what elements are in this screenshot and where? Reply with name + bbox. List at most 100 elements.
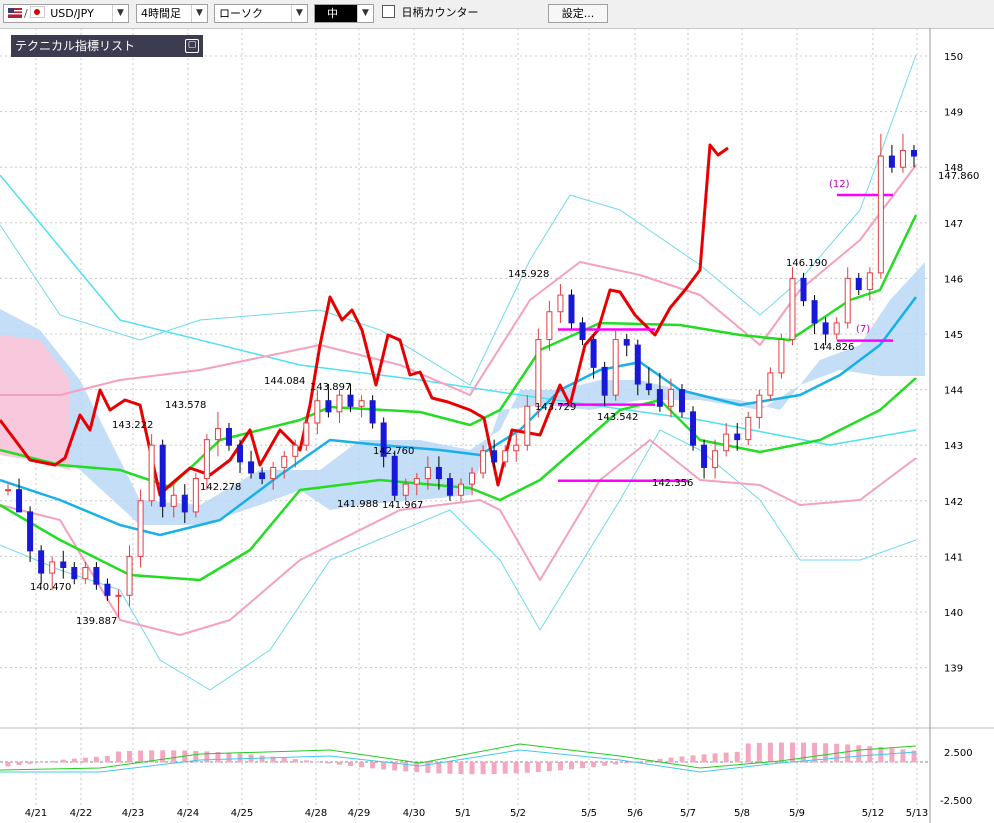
candle <box>5 484 11 496</box>
candle-body <box>148 444 155 502</box>
candle-body <box>358 400 365 407</box>
symbol-select[interactable]: / USD/JPY ▼ <box>3 4 129 23</box>
candle <box>855 272 862 296</box>
x-tick-label: 4/22 <box>70 808 92 819</box>
osc-histogram-bar <box>93 756 99 763</box>
candle <box>303 417 310 451</box>
candle-body <box>71 567 78 580</box>
candle-body <box>678 389 685 413</box>
oscillator-panel: 2.500 -2.500 <box>0 742 973 807</box>
candle <box>148 434 155 507</box>
candle-series <box>5 133 917 618</box>
osc-histogram-bar <box>889 748 895 763</box>
candle <box>358 395 365 418</box>
chevron-down-icon[interactable]: ▼ <box>357 5 373 22</box>
candle <box>159 439 166 518</box>
candle-body <box>480 450 487 474</box>
candle-body <box>60 561 67 569</box>
y-tick-label: 145 <box>944 330 963 341</box>
count-label: (12) <box>829 179 850 190</box>
candle <box>137 489 144 568</box>
osc-histogram-bar <box>778 742 784 763</box>
osc-histogram-bar <box>303 760 309 763</box>
x-tick-label: 5/7 <box>680 808 696 819</box>
candle-body <box>458 483 464 496</box>
osc-histogram-bar <box>160 750 166 763</box>
candle <box>656 372 663 412</box>
candle-body <box>270 466 277 480</box>
mode-select[interactable]: 中 ▼ <box>314 4 374 23</box>
candle-body <box>5 489 11 492</box>
osc-histogram-bar <box>613 762 619 765</box>
osc-histogram-bar <box>734 751 740 763</box>
candle <box>557 283 564 323</box>
candle <box>214 411 221 457</box>
candle-body <box>292 444 299 457</box>
candle <box>568 289 575 329</box>
osc-histogram-bar <box>845 744 851 763</box>
osc-histogram-bar <box>115 751 121 763</box>
candle <box>225 422 232 451</box>
candle-body <box>27 511 34 552</box>
candle-body <box>93 567 100 585</box>
candle-body <box>745 416 752 441</box>
candle-body <box>369 400 376 424</box>
count-label: (7) <box>856 324 870 335</box>
osc-histogram-bar <box>82 757 88 763</box>
candle <box>822 317 829 346</box>
candle-body <box>104 583 111 596</box>
chevron-down-icon[interactable]: ▼ <box>291 5 307 22</box>
candle-body <box>645 383 652 391</box>
chart-style-select[interactable]: ローソク ▼ <box>214 4 308 23</box>
candle-body <box>899 150 906 168</box>
candle-body <box>402 483 409 496</box>
counter-checkbox[interactable] <box>382 5 395 18</box>
candle-body <box>237 444 244 463</box>
candle-body <box>579 322 586 341</box>
candle-body <box>590 339 597 368</box>
candle-body <box>656 389 663 407</box>
candle <box>60 550 67 579</box>
minimize-icon[interactable]: ▢ <box>185 39 199 53</box>
price-annotation: 143.897 <box>310 382 351 393</box>
osc-histogram-bar <box>60 759 66 763</box>
counter-option[interactable]: 日柄カウンター <box>378 4 540 23</box>
candle <box>844 267 851 329</box>
osc-histogram-bar <box>900 749 906 763</box>
candlestick-chart: 140.470 139.887 143.222 143.578 142.278 144.0… <box>0 28 994 823</box>
chevron-down-icon[interactable]: ▼ <box>191 5 207 22</box>
osc-histogram-bar <box>403 762 409 772</box>
x-tick-label: 4/24 <box>177 808 199 819</box>
price-annotation: 145.928 <box>508 269 549 280</box>
candle <box>336 389 343 423</box>
candle <box>623 334 630 357</box>
osc-histogram-bar <box>602 762 608 766</box>
candle-body <box>446 478 453 496</box>
candle-body <box>888 155 895 168</box>
osc-histogram-bar <box>259 755 265 763</box>
timeframe-select[interactable]: 4時間足 ▼ <box>136 4 208 23</box>
candle <box>612 328 619 401</box>
osc-histogram-bar <box>281 757 287 763</box>
osc-signal-line <box>0 743 917 771</box>
candle-body <box>844 277 851 324</box>
current-price-label: 147.860 <box>938 171 979 182</box>
candle <box>899 133 906 173</box>
osc-tick-label: 2.500 <box>944 748 973 759</box>
chevron-down-icon[interactable]: ▼ <box>112 5 128 22</box>
settings-button[interactable]: 設定... <box>548 4 608 23</box>
y-tick-label: 140 <box>944 608 963 619</box>
osc-histogram-bar <box>513 762 519 774</box>
candle-body <box>800 277 807 302</box>
y-tick-label: 147 <box>944 219 963 230</box>
toolbar: / USD/JPY ▼ 4時間足 ▼ ローソク ▼ 中 ▼ 日柄カウンター 設定… <box>0 0 994 29</box>
mode-label: 中 <box>327 7 338 20</box>
x-tick-label: 4/28 <box>305 808 327 819</box>
x-tick-label: 5/8 <box>734 808 750 819</box>
candle-body <box>756 394 763 418</box>
candle <box>126 545 133 607</box>
indicator-list-panel[interactable]: テクニカル指標リスト ▢ <box>11 35 203 57</box>
price-annotation: 143.578 <box>165 400 206 411</box>
symbol-label: USD/JPY <box>50 7 94 20</box>
candle <box>546 300 553 351</box>
